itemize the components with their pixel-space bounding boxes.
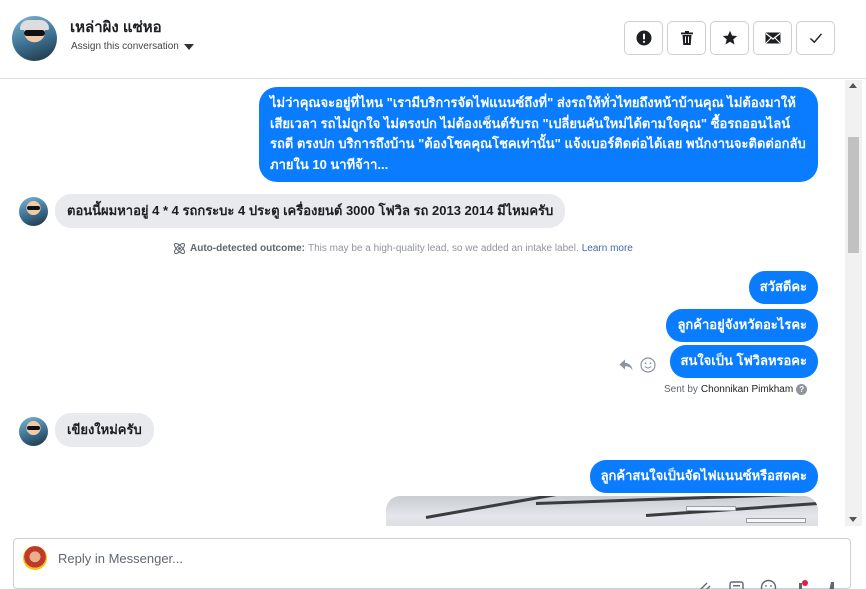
- incoming-message[interactable]: ตอนนี้ผมหาอยู่ 4 * 4 รถกระบะ 4 ประตู เคร…: [55, 194, 566, 228]
- assign-conversation-dropdown[interactable]: Assign this conversation: [71, 41, 194, 52]
- envelope-icon: [765, 32, 780, 44]
- help-icon[interactable]: ?: [796, 384, 808, 395]
- sent-by-name: Chonnikan Pimkham: [700, 384, 794, 395]
- image-detail: [746, 518, 806, 523]
- contact-avatar[interactable]: [12, 16, 57, 61]
- page-avatar: [23, 546, 47, 570]
- star-icon: [722, 30, 737, 45]
- avatar-cap: [20, 20, 49, 30]
- message-actions: [618, 357, 656, 373]
- image-detail: [425, 496, 604, 519]
- sender-avatar: [19, 417, 48, 446]
- auto-detected-outcome-notice: Auto-detected outcome: This may be a hig…: [172, 241, 633, 256]
- image-detail: [535, 496, 818, 505]
- mark-done-button[interactable]: [796, 21, 835, 55]
- outgoing-message[interactable]: สนใจเป็น โฟวิลหรอคะ: [669, 345, 818, 378]
- alert-circle-icon: [636, 30, 651, 46]
- saved-reply-icon[interactable]: [728, 579, 745, 589]
- caret-down-icon: [183, 44, 194, 50]
- inbox-conversation-view: เหล่าผิง แซ่หอ Assign this conversation …: [0, 0, 866, 589]
- thread-scrollbar[interactable]: [845, 80, 862, 526]
- conversation-header: เหล่าผิง แซ่หอ Assign this conversation: [0, 0, 866, 79]
- mark-spam-button[interactable]: [624, 21, 663, 55]
- outgoing-message[interactable]: ลูกค้าอยู่จังหวัดอะไรคะ: [666, 309, 818, 342]
- incoming-message[interactable]: เขียงใหม่ครับ: [55, 413, 154, 447]
- mark-unread-button[interactable]: [753, 21, 792, 55]
- outgoing-message[interactable]: ไม่ว่าคุณจะอยู่ที่ไหน "เรามีบริการจัดไฟแ…: [259, 87, 818, 182]
- scroll-down-arrow-icon[interactable]: [849, 517, 857, 522]
- emoji-icon[interactable]: [760, 579, 777, 589]
- like-icon[interactable]: [824, 579, 841, 589]
- sender-avatar: [19, 197, 48, 226]
- delete-button[interactable]: [667, 21, 706, 55]
- image-detail: [686, 506, 736, 511]
- outgoing-message[interactable]: ลูกค้าสนใจเป็นจัดไฟแนนซ์หรือสดคะ: [589, 460, 818, 493]
- atom-icon: [173, 242, 186, 255]
- notification-icon[interactable]: [792, 579, 809, 589]
- contact-name[interactable]: เหล่าผิง แซ่หอ: [70, 15, 162, 39]
- attachment-icon[interactable]: [696, 579, 713, 589]
- learn-more-link[interactable]: Learn more: [582, 243, 633, 254]
- composer-toolbar: [696, 579, 841, 589]
- scroll-thumb[interactable]: [848, 137, 859, 253]
- avatar-sunglasses: [27, 206, 40, 210]
- checkmark-icon: [809, 33, 822, 44]
- reply-icon[interactable]: [618, 357, 634, 373]
- star-button[interactable]: [710, 21, 749, 55]
- avatar-sunglasses: [27, 426, 40, 430]
- sent-by-prefix: Sent by: [664, 384, 698, 395]
- trash-icon: [680, 31, 693, 45]
- sent-by-label: Sent by Chonnikan Pimkham ?: [664, 384, 808, 395]
- avatar-sunglasses: [24, 30, 45, 36]
- reply-input[interactable]: [58, 551, 658, 566]
- message-thread[interactable]: ไม่ว่าคุณจะอยู่ที่ไหน "เรามีบริการจัดไฟแ…: [0, 80, 845, 526]
- react-emoji-icon[interactable]: [640, 357, 656, 373]
- reply-composer: [13, 538, 851, 589]
- scroll-up-arrow-icon[interactable]: [849, 83, 857, 88]
- outgoing-message[interactable]: สวัสดีคะ: [748, 271, 818, 304]
- notice-title: Auto-detected outcome:: [190, 243, 305, 254]
- notice-text: This may be a high-quality lead, so we a…: [308, 243, 579, 254]
- assign-label: Assign this conversation: [71, 41, 179, 52]
- image-attachment[interactable]: [386, 496, 818, 526]
